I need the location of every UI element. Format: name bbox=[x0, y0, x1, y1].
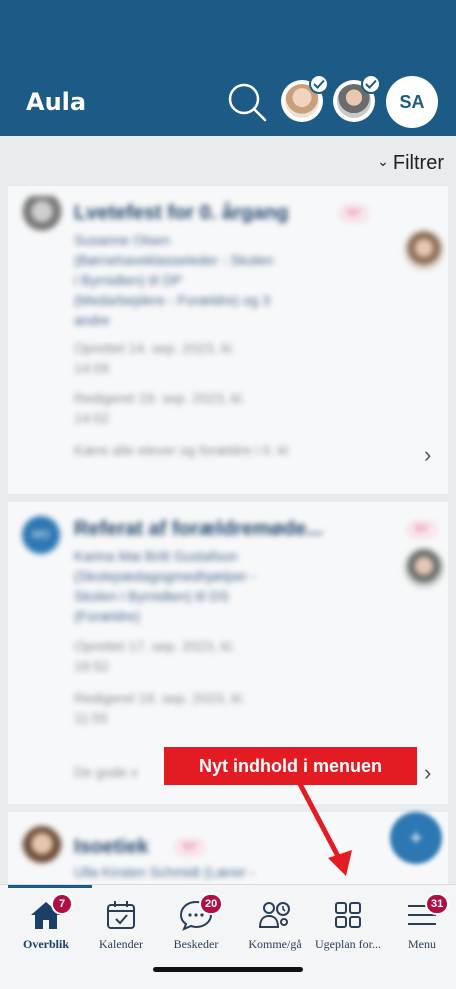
post-edited-time: 11:55 bbox=[74, 710, 108, 726]
post-author-line: andre bbox=[74, 312, 110, 328]
post-created-time: 14:09 bbox=[74, 360, 110, 376]
bottom-tab-bar: 7 Overblik Kalender 20 Beskeder Komme/gå bbox=[0, 884, 456, 989]
notification-badge: 31 bbox=[425, 893, 450, 915]
check-icon bbox=[309, 74, 329, 94]
post-card[interactable]: Isoetiek NY Ulla Kirsten Schmidt (Lærer … bbox=[8, 812, 448, 884]
notification-badge: 7 bbox=[51, 893, 73, 915]
chevron-right-icon: › bbox=[424, 442, 432, 467]
new-badge: NY bbox=[408, 522, 436, 537]
tab-label: Beskeder bbox=[173, 937, 219, 951]
tab-kalender[interactable]: Kalender bbox=[80, 891, 162, 951]
grid-icon bbox=[335, 902, 361, 928]
tab-label: Kalender bbox=[99, 937, 143, 951]
app-title: Aula bbox=[26, 88, 87, 116]
tab-ugeplan[interactable]: Ugeplan for... bbox=[307, 891, 389, 951]
tab-label: Overblik bbox=[22, 937, 69, 951]
tab-label: Ugeplan for... bbox=[315, 937, 381, 951]
post-author-line: (Børnehaveklasseleder - Skolen bbox=[74, 252, 274, 268]
post-preview: De gode v bbox=[74, 764, 138, 780]
recipient-avatar bbox=[404, 230, 444, 270]
tab-menu[interactable]: 31 Menu bbox=[381, 891, 456, 951]
post-title: Isoetiek bbox=[74, 836, 149, 858]
search-icon bbox=[228, 83, 267, 122]
post-title: Lvetefest for 0. årgang bbox=[74, 202, 289, 224]
post-author-line: Susanne Olsen bbox=[74, 232, 170, 248]
tab-overblik[interactable]: 7 Overblik bbox=[5, 891, 87, 951]
post-author-line: Karina Mai Britt Gustafson bbox=[74, 548, 238, 564]
tab-komme-ga[interactable]: Komme/gå bbox=[234, 891, 316, 951]
chevron-right-icon: › bbox=[424, 760, 432, 785]
tab-label: Komme/gå bbox=[248, 937, 302, 951]
post-author-line: Ulla Kirsten Schmidt (Lærer - bbox=[74, 864, 255, 880]
filter-button[interactable]: ⌄ Filtrer bbox=[377, 152, 444, 175]
chevron-down-icon: ⌄ bbox=[377, 153, 389, 169]
post-author-line: i Byrnidten) til DP bbox=[74, 272, 183, 288]
post-author-line: Skolen i Byrnidten) til DS bbox=[74, 588, 229, 604]
calendar-icon bbox=[107, 901, 135, 929]
post-author-avatar: MO bbox=[22, 516, 60, 554]
tab-beskeder[interactable]: 20 Beskeder bbox=[155, 891, 237, 951]
annotation-arrow-icon bbox=[297, 781, 352, 876]
post-author-avatar bbox=[22, 826, 62, 870]
child-avatar-2[interactable] bbox=[333, 74, 381, 122]
new-badge: NY bbox=[340, 206, 368, 221]
search-button[interactable] bbox=[225, 80, 269, 124]
filter-label: Filtrer bbox=[392, 152, 444, 174]
post-preview: Kære alle elever og forældre i 0. kl bbox=[74, 442, 288, 458]
post-edited: Redigeret 19. sep. 2023, kl. bbox=[74, 690, 246, 706]
new-post-button[interactable]: + bbox=[390, 812, 442, 864]
post-created: Oprettet 14. sep. 2023, kl. bbox=[74, 340, 236, 356]
post-edited: Redigeret 19. sep. 2023, kl. bbox=[74, 390, 246, 406]
post-title: Referat af forældremøde... bbox=[74, 518, 323, 540]
post-edited-time: 14:02 bbox=[74, 410, 110, 426]
recipient-avatar bbox=[404, 548, 444, 588]
post-created-time: 18:52 bbox=[74, 658, 110, 674]
notification-badge: 20 bbox=[199, 893, 224, 915]
post-author-line: (Skolepædagogmedhjælper - bbox=[74, 568, 256, 584]
post-card[interactable]: Lvetefest for 0. årgang NY Susanne Olsen… bbox=[8, 186, 448, 494]
app-header: Aula SA bbox=[0, 0, 456, 136]
child-avatar-1[interactable] bbox=[281, 74, 329, 122]
tab-label: Menu bbox=[408, 937, 436, 951]
home-indicator[interactable] bbox=[153, 967, 303, 972]
plus-icon: + bbox=[409, 825, 423, 850]
filter-bar: ⌄ Filtrer bbox=[0, 136, 456, 184]
active-tab-indicator bbox=[8, 885, 92, 888]
post-author-line: (Medarbejdere - Forældre) og 3 bbox=[74, 292, 271, 308]
profile-avatar[interactable]: SA bbox=[386, 76, 438, 128]
post-author-avatar bbox=[22, 196, 62, 240]
post-created: Oprettet 17. sep. 2023, kl. bbox=[74, 638, 236, 654]
people-clock-icon bbox=[258, 902, 290, 928]
check-icon bbox=[361, 74, 381, 94]
new-badge: NY bbox=[176, 840, 204, 855]
post-author-line: (Forældre) bbox=[74, 608, 141, 624]
